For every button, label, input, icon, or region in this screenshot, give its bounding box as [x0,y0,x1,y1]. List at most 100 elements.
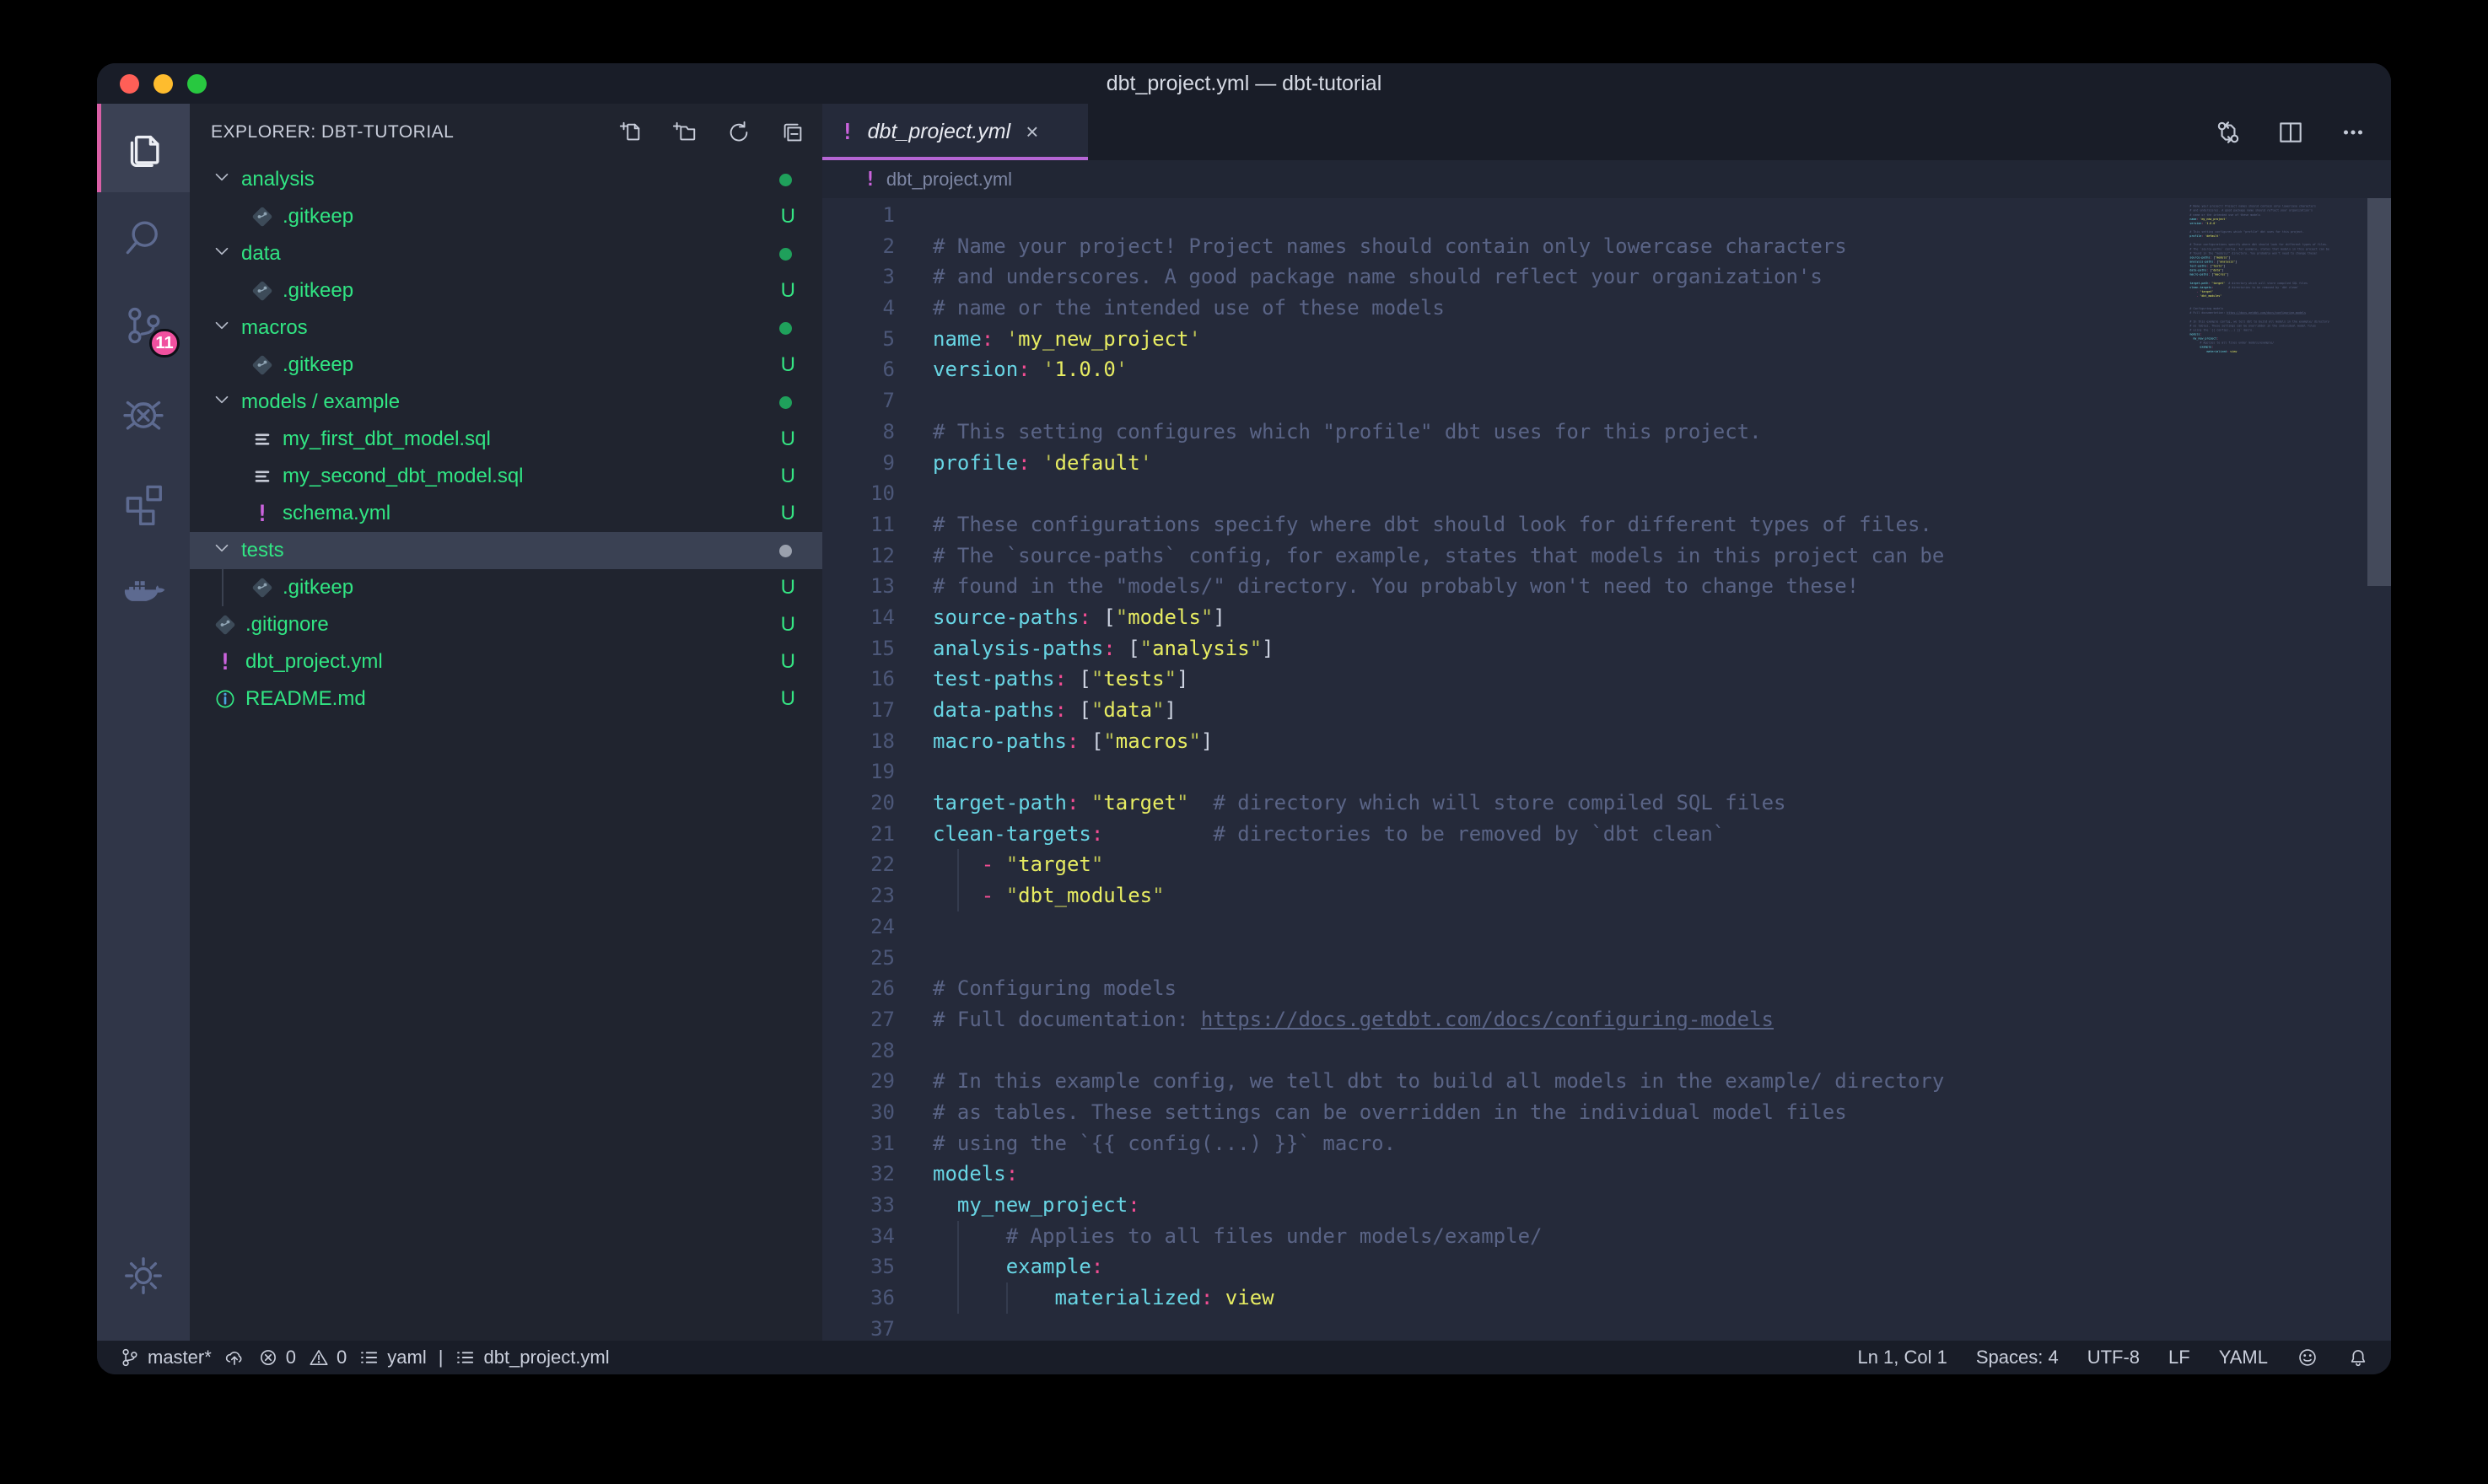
status-indentation[interactable]: Spaces: 4 [1976,1347,2059,1368]
code-line[interactable]: 10 [822,478,2391,509]
code-line[interactable]: 14source-paths: ["models"] [822,602,2391,633]
code-line[interactable]: 15analysis-paths: ["analysis"] [822,633,2391,664]
status-eol[interactable]: LF [2168,1347,2190,1368]
code-line[interactable]: 2# Name your project! Project names shou… [822,231,2391,262]
tree-file-my-first-dbt-model-sql[interactable]: my_first_dbt_model.sqlU [190,421,822,458]
code-line[interactable]: 28 [822,1035,2391,1067]
line-number[interactable]: 11 [822,509,907,540]
activity-item-settings[interactable] [97,1231,190,1320]
code-line[interactable]: 30# as tables. These settings can be ove… [822,1097,2391,1128]
more-actions-button[interactable] [2339,118,2367,147]
collapse-all-button[interactable] [780,120,805,145]
code-line[interactable]: 6version: '1.0.0' [822,354,2391,385]
tree-file--gitignore[interactable]: .gitignoreU [190,606,822,643]
tree-folder-tests[interactable]: tests [190,532,822,569]
line-number[interactable]: 20 [822,788,907,819]
tree-file-schema-yml[interactable]: !schema.ymlU [190,495,822,532]
activity-item-run-debug[interactable] [97,369,190,458]
code-line[interactable]: 13# found in the "models/" directory. Yo… [822,571,2391,602]
code-line[interactable]: 24 [822,911,2391,943]
line-number[interactable]: 30 [822,1097,907,1128]
code-line[interactable]: 7 [822,385,2391,417]
close-tab-icon[interactable]: × [1026,119,1038,145]
code-line[interactable]: 18macro-paths: ["macros"] [822,726,2391,757]
code-line[interactable]: 36 materialized: view [822,1282,2391,1314]
line-number[interactable]: 26 [822,973,907,1004]
activity-item-extensions[interactable] [97,458,190,546]
code-line[interactable]: 17data-paths: ["data"] [822,695,2391,726]
line-number[interactable]: 17 [822,695,907,726]
editor-scrollbar[interactable] [2367,198,2391,586]
line-number[interactable]: 10 [822,478,907,509]
split-editor-button[interactable] [2276,118,2305,147]
line-number[interactable]: 24 [822,911,907,943]
status-publish[interactable] [223,1347,245,1368]
code-line[interactable]: 25 [822,943,2391,974]
status-file-outline[interactable]: dbt_project.yml [455,1347,609,1368]
line-number[interactable]: 2 [822,231,907,262]
code-line[interactable]: 1 [822,200,2391,231]
status-cursor-position[interactable]: Ln 1, Col 1 [1857,1347,1947,1368]
line-number[interactable]: 3 [822,261,907,293]
status-notifications[interactable] [2347,1347,2369,1368]
line-number[interactable]: 32 [822,1159,907,1190]
code-line[interactable]: 32models: [822,1159,2391,1190]
code-line[interactable]: 19 [822,756,2391,788]
line-number[interactable]: 34 [822,1221,907,1252]
line-number[interactable]: 19 [822,756,907,788]
code-line[interactable]: 26# Configuring models [822,973,2391,1004]
tree-file-dbt-project-yml[interactable]: !dbt_project.ymlU [190,643,822,680]
code-line[interactable]: 20target-path: "target" # directory whic… [822,788,2391,819]
line-number[interactable]: 14 [822,602,907,633]
code-line[interactable]: 23 - "dbt_modules" [822,880,2391,911]
activity-item-source-control[interactable]: 11 [97,281,190,369]
code-line[interactable]: 16test-paths: ["tests"] [822,664,2391,695]
line-number[interactable]: 23 [822,880,907,911]
code-line[interactable]: 27# Full documentation: https://docs.get… [822,1004,2391,1035]
tree-file-my-second-dbt-model-sql[interactable]: my_second_dbt_model.sqlU [190,458,822,495]
line-number[interactable]: 5 [822,324,907,355]
status-git-branch[interactable]: master* [119,1347,212,1368]
code-line[interactable]: 11# These configurations specify where d… [822,509,2391,540]
code-line[interactable]: 37 [822,1314,2391,1341]
tree-file--gitkeep[interactable]: .gitkeepU [190,272,822,309]
code-line[interactable]: 5name: 'my_new_project' [822,324,2391,355]
tree-folder-macros[interactable]: macros [190,309,822,347]
tree-folder-data[interactable]: data [190,235,822,272]
status-yaml-outline[interactable]: yaml [358,1347,426,1368]
status-warnings[interactable]: 0 [308,1347,347,1368]
activity-item-docker[interactable] [97,546,190,635]
tree-file-readme-md[interactable]: README.mdU [190,680,822,718]
line-number[interactable]: 18 [822,726,907,757]
code-line[interactable]: 22 - "target" [822,849,2391,880]
line-number[interactable]: 15 [822,633,907,664]
line-number[interactable]: 22 [822,849,907,880]
line-number[interactable]: 31 [822,1128,907,1159]
new-file-button[interactable] [618,120,644,145]
code-line[interactable]: 21clean-targets: # directories to be rem… [822,819,2391,850]
line-number[interactable]: 29 [822,1066,907,1097]
line-number[interactable]: 21 [822,819,907,850]
tree-file--gitkeep[interactable]: .gitkeepU [190,347,822,384]
tree-folder-analysis[interactable]: analysis [190,161,822,198]
code-line[interactable]: 3# and underscores. A good package name … [822,261,2391,293]
line-number[interactable]: 27 [822,1004,907,1035]
line-number[interactable]: 16 [822,664,907,695]
status-errors[interactable]: 0 [257,1347,296,1368]
code-line[interactable]: 12# The `source-paths` config, for examp… [822,540,2391,572]
tree-file--gitkeep[interactable]: .gitkeepU [190,569,822,606]
activity-item-search[interactable] [97,192,190,281]
line-number[interactable]: 36 [822,1282,907,1314]
code-line[interactable]: 34 # Applies to all files under models/e… [822,1221,2391,1252]
status-feedback[interactable] [2297,1347,2318,1368]
refresh-button[interactable] [726,120,751,145]
status-language-mode[interactable]: YAML [2219,1347,2268,1368]
line-number[interactable]: 7 [822,385,907,417]
breadcrumb[interactable]: ! dbt_project.yml [822,160,2391,198]
line-number[interactable]: 9 [822,448,907,479]
code-line[interactable]: 9profile: 'default' [822,448,2391,479]
code-line[interactable]: 4# name or the intended use of these mod… [822,293,2391,324]
tab-dbt-project-yml[interactable]: ! dbt_project.yml × [822,104,1088,160]
code-line[interactable]: 31# using the `{{ config(...) }}` macro. [822,1128,2391,1159]
line-number[interactable]: 28 [822,1035,907,1067]
